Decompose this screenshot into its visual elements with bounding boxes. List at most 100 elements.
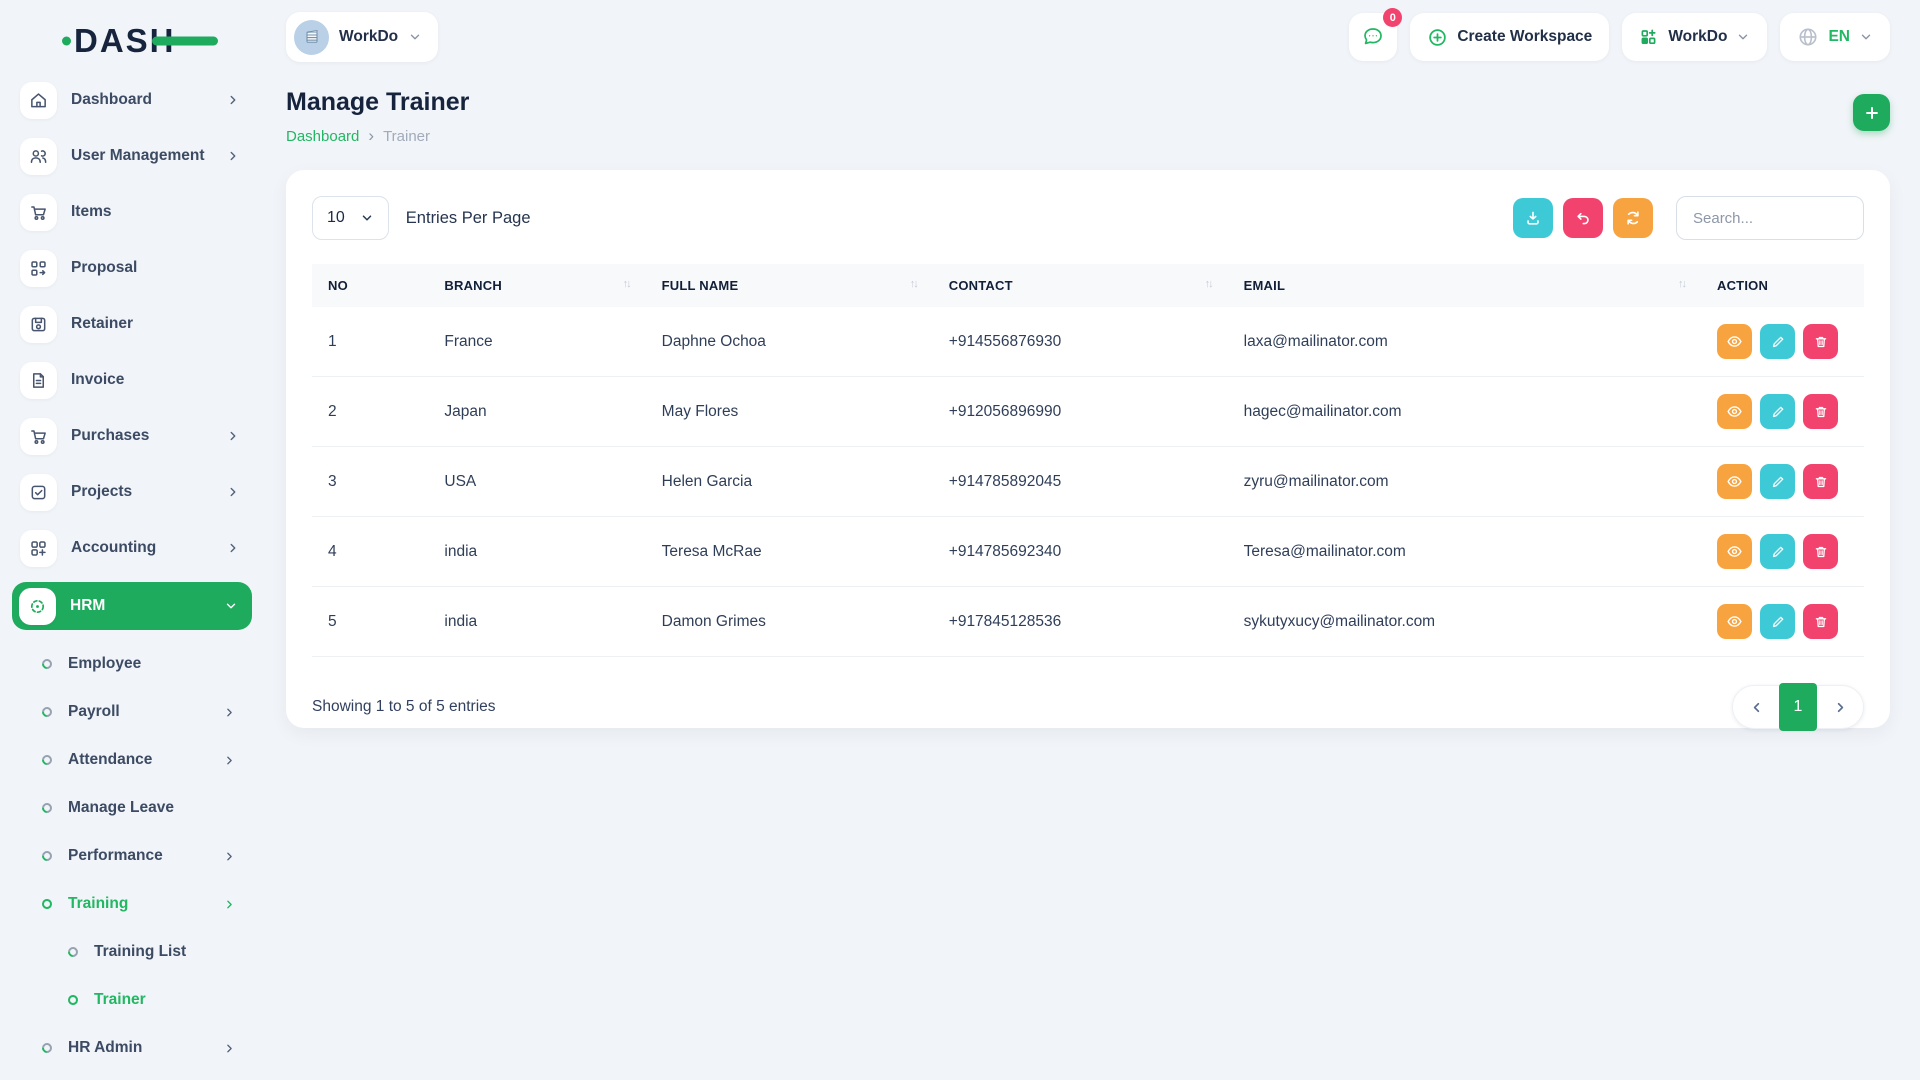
sidebar-item-label: Retainer — [71, 315, 133, 333]
sidebar-item-retainer[interactable]: Retainer — [16, 302, 252, 346]
language-switcher[interactable]: EN — [1780, 13, 1890, 61]
chevron-right-icon — [223, 898, 236, 911]
edit-button[interactable] — [1760, 324, 1795, 359]
bullet-icon — [40, 801, 54, 815]
topbar-actions: 0 Create Workspace WorkDo — [1349, 13, 1890, 61]
check-square-icon — [20, 474, 57, 511]
sidebar-item-projects[interactable]: Projects — [16, 470, 252, 514]
sidebar-item-training[interactable]: Training — [30, 880, 252, 928]
trash-icon — [1813, 614, 1829, 630]
sidebar-item-label: Projects — [71, 483, 132, 501]
undo-icon — [1574, 209, 1592, 227]
delete-button[interactable] — [1803, 464, 1838, 499]
sidebar-item-user-management[interactable]: User Management — [16, 134, 252, 178]
bullet-icon — [66, 945, 80, 959]
cell-contact: +914785892045 — [933, 447, 1228, 517]
view-button[interactable] — [1717, 534, 1752, 569]
cell-contact: +914556876930 — [933, 307, 1228, 377]
invoice-file-icon — [20, 362, 57, 399]
sidebar-item-training-list[interactable]: Training List — [30, 928, 252, 976]
delete-button[interactable] — [1803, 394, 1838, 429]
eye-icon — [1726, 543, 1743, 560]
sidebar-item-label: Manage Leave — [68, 799, 174, 817]
workspace-name: WorkDo — [339, 28, 398, 46]
edit-button[interactable] — [1760, 464, 1795, 499]
sidebar-item-dashboard[interactable]: Dashboard — [16, 78, 252, 122]
view-button[interactable] — [1717, 464, 1752, 499]
add-trainer-button[interactable] — [1853, 94, 1890, 131]
cell-branch: india — [428, 517, 645, 587]
cart-icon — [20, 418, 57, 455]
refresh-button[interactable] — [1613, 198, 1653, 238]
table-toolbar: 10 Entries Per Page — [312, 196, 1864, 240]
delete-button[interactable] — [1803, 324, 1838, 359]
column-header-action: ACTION — [1701, 264, 1864, 307]
proposal-grid-icon — [20, 250, 57, 287]
topbar: WorkDo 0 Create Workspace — [286, 0, 1890, 74]
app-switcher-button[interactable]: WorkDo — [1622, 13, 1767, 61]
table-actions — [1513, 196, 1864, 240]
delete-button[interactable] — [1803, 604, 1838, 639]
column-header-email: EMAIL↑↓ — [1228, 264, 1701, 307]
sort-icon[interactable]: ↑↓ — [910, 278, 917, 290]
sidebar-item-label: User Management — [71, 147, 205, 165]
pencil-icon — [1770, 404, 1786, 420]
sort-icon[interactable]: ↑↓ — [1205, 278, 1212, 290]
eye-icon — [1726, 403, 1743, 420]
pagination-page-1[interactable]: 1 — [1779, 683, 1817, 731]
sidebar: DASH Dashboard User Management — [0, 0, 262, 1080]
sidebar-item-label: Training — [68, 895, 128, 913]
sidebar-item-payroll[interactable]: Payroll — [30, 688, 252, 736]
sidebar-item-accounting[interactable]: Accounting — [16, 526, 252, 570]
sort-icon[interactable]: ↑↓ — [1678, 278, 1685, 290]
cell-no: 2 — [312, 377, 428, 447]
view-button[interactable] — [1717, 394, 1752, 429]
breadcrumb-current: Trainer — [383, 128, 430, 145]
trash-icon — [1813, 334, 1829, 350]
entries-per-page-select[interactable]: 10 — [312, 196, 389, 240]
edit-button[interactable] — [1760, 534, 1795, 569]
chevron-down-icon — [224, 599, 238, 613]
page-title: Manage Trainer — [286, 88, 469, 117]
sidebar-item-hr-admin[interactable]: HR Admin — [30, 1024, 252, 1072]
sidebar-item-trainer[interactable]: Trainer — [30, 976, 252, 1024]
trainer-table-card: 10 Entries Per Page — [286, 170, 1890, 728]
sidebar-item-performance[interactable]: Performance — [30, 832, 252, 880]
view-button[interactable] — [1717, 604, 1752, 639]
reset-button[interactable] — [1563, 198, 1603, 238]
cell-full-name: May Flores — [646, 377, 933, 447]
sidebar-item-manage-leave[interactable]: Manage Leave — [30, 784, 252, 832]
download-icon — [1524, 209, 1542, 227]
logo-dash-icon — [152, 37, 218, 46]
cell-full-name: Helen Garcia — [646, 447, 933, 517]
edit-button[interactable] — [1760, 394, 1795, 429]
view-button[interactable] — [1717, 324, 1752, 359]
sort-icon[interactable]: ↑↓ — [623, 278, 630, 290]
sidebar-item-invoice[interactable]: Invoice — [16, 358, 252, 402]
delete-button[interactable] — [1803, 534, 1838, 569]
sidebar-item-proposal[interactable]: Proposal — [16, 246, 252, 290]
pagination-next-button[interactable] — [1817, 685, 1863, 729]
pagination-prev-button[interactable] — [1733, 685, 1779, 729]
breadcrumb-dashboard-link[interactable]: Dashboard — [286, 128, 359, 145]
trash-icon — [1813, 544, 1829, 560]
messages-button[interactable]: 0 — [1349, 13, 1397, 61]
sidebar-item-hrm[interactable]: HRM — [12, 582, 252, 630]
sidebar-item-purchases[interactable]: Purchases — [16, 414, 252, 458]
create-workspace-button[interactable]: Create Workspace — [1410, 13, 1609, 61]
chevron-right-icon — [223, 1042, 236, 1055]
search-input[interactable] — [1676, 196, 1864, 240]
edit-button[interactable] — [1760, 604, 1795, 639]
brand-logo[interactable]: DASH — [16, 12, 252, 70]
sidebar-item-label: Training List — [94, 943, 186, 961]
export-button[interactable] — [1513, 198, 1553, 238]
sidebar-item-items[interactable]: Items — [16, 190, 252, 234]
cell-branch: USA — [428, 447, 645, 517]
cart-icon — [20, 194, 57, 231]
sidebar-item-employee[interactable]: Employee — [30, 640, 252, 688]
bullet-icon — [40, 753, 54, 767]
sidebar-item-attendance[interactable]: Attendance — [30, 736, 252, 784]
pencil-icon — [1770, 334, 1786, 350]
workspace-selector[interactable]: WorkDo — [286, 12, 438, 62]
app-layout: DASH Dashboard User Management — [0, 0, 1920, 1080]
